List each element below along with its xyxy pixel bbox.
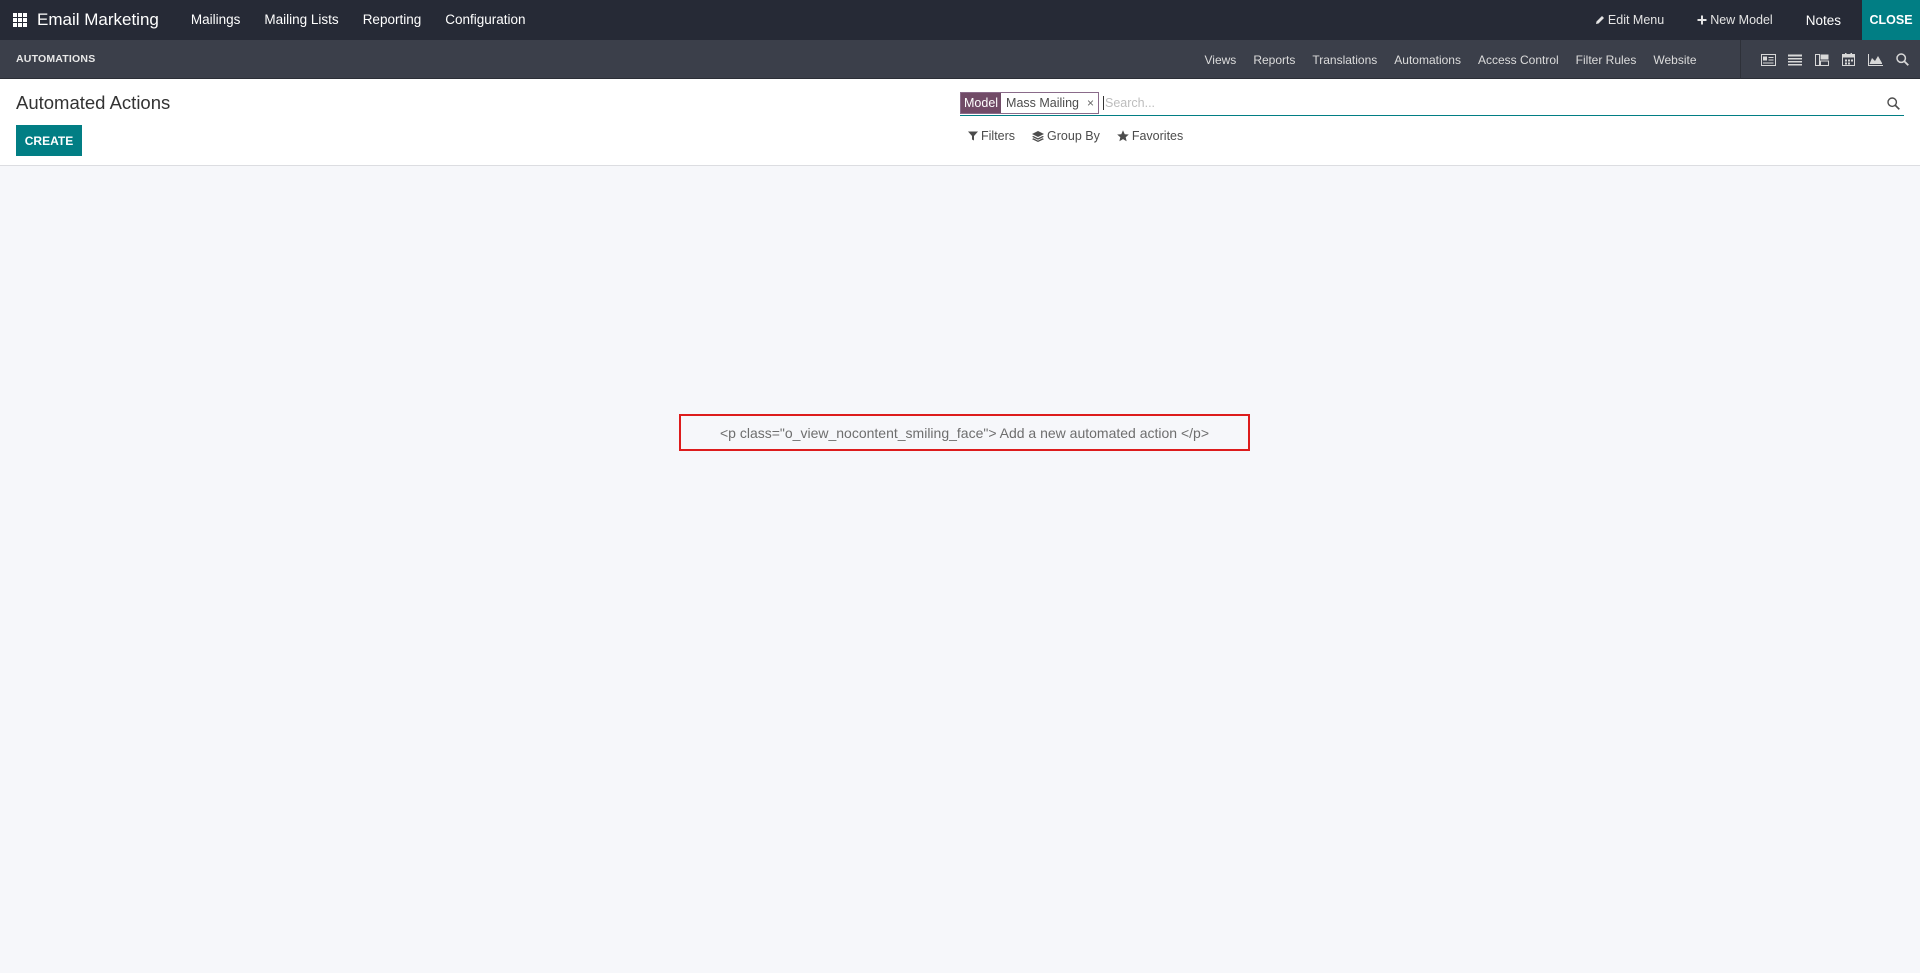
pencil-icon [1595,16,1604,24]
studio-menu-automations[interactable]: Automations [1386,53,1470,67]
app-title[interactable]: Email Marketing [37,10,159,30]
studio-menu-reports[interactable]: Reports [1245,53,1304,67]
new-model-button[interactable]: New Model [1675,13,1790,27]
facet-label: Model [961,93,1002,113]
search-input[interactable] [1103,96,1884,110]
control-panel: Automated Actions CREATE Model Mass Mail… [0,79,1920,166]
create-button[interactable]: CREATE [16,125,82,156]
edit-menu-button[interactable]: Edit Menu [1584,13,1675,27]
studio-menu-translations[interactable]: Translations [1304,53,1386,67]
studio-bar: AUTOMATIONS Views Reports Translations A… [0,40,1920,79]
close-studio-button[interactable]: CLOSE [1862,0,1920,40]
calendar-view-icon[interactable] [1840,51,1858,69]
filters-button[interactable]: Filters [968,129,1015,143]
kanban-view-icon[interactable] [1813,51,1831,69]
menu-reporting[interactable]: Reporting [351,0,434,40]
filter-icon [968,131,978,141]
group-by-button[interactable]: Group By [1032,129,1100,143]
studio-actions: Edit Menu New Model Notes CLOSE [1584,0,1920,40]
facet-value: Mass Mailing [1001,93,1083,113]
plus-icon [1697,15,1707,25]
star-icon [1117,130,1129,142]
filters-label: Filters [981,129,1016,143]
menu-mailings[interactable]: Mailings [179,0,253,40]
menu-mailing-lists[interactable]: Mailing Lists [252,0,350,40]
studio-menu-website[interactable]: Website [1645,53,1705,67]
layers-icon [1032,130,1045,142]
menu-configuration[interactable]: Configuration [433,0,537,40]
search-facet: Model Mass Mailing × [960,92,1099,114]
studio-menu: Views Reports Translations Automations A… [1196,40,1705,79]
graph-view-icon[interactable] [1867,51,1885,69]
studio-menu-access-control[interactable]: Access Control [1469,53,1567,67]
studio-section-title: AUTOMATIONS [16,53,96,65]
apps-grid-icon[interactable] [13,13,27,27]
no-content-helper: <p class="o_view_nocontent_smiling_face"… [679,414,1250,451]
favorites-label: Favorites [1131,129,1184,143]
edit-menu-label: Edit Menu [1607,13,1665,27]
search-icon[interactable] [1884,94,1902,112]
top-navbar: Email Marketing Mailings Mailing Lists R… [0,0,1920,40]
facet-remove-icon[interactable]: × [1083,96,1098,110]
form-view-icon[interactable] [1759,51,1777,69]
favorites-button[interactable]: Favorites [1117,129,1183,143]
page-title: Automated Actions [16,92,171,113]
search-options: Filters Group By Favorites [968,129,1200,143]
new-model-label: New Model [1710,13,1773,27]
top-menu: Mailings Mailing Lists Reporting Configu… [179,0,538,40]
search-view-icon[interactable] [1894,51,1912,69]
studio-menu-filter-rules[interactable]: Filter Rules [1567,53,1645,67]
list-view-icon[interactable] [1786,51,1804,69]
notes-button[interactable]: Notes [1790,13,1862,28]
search-bar: Model Mass Mailing × [960,91,1904,116]
view-switcher [1740,40,1920,79]
studio-menu-views[interactable]: Views [1196,53,1245,67]
group-by-label: Group By [1047,129,1100,143]
